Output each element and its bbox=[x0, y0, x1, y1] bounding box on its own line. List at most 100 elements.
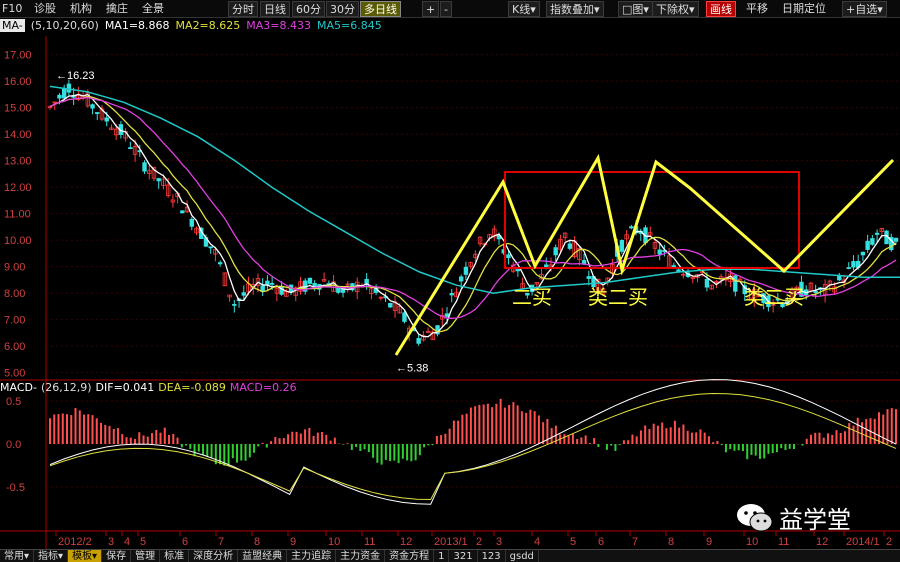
time-tick-label: 4 bbox=[534, 536, 540, 548]
candle-down bbox=[458, 276, 464, 282]
candle-down bbox=[444, 313, 450, 317]
buy-point-label: 二买 bbox=[512, 285, 552, 309]
price-tick-label: 12.00 bbox=[4, 182, 32, 194]
candle-down bbox=[61, 88, 67, 99]
candle-down bbox=[893, 237, 899, 242]
bottom-tab[interactable]: 资金方程 bbox=[385, 550, 435, 562]
price-tick-label: 16.00 bbox=[4, 76, 32, 88]
ma-indicator-name[interactable]: MA- bbox=[0, 19, 25, 32]
time-tick-label: 10 bbox=[328, 536, 340, 548]
time-tick-label: 2 bbox=[886, 536, 892, 548]
time-tick-label: 3 bbox=[108, 536, 114, 548]
candle-down bbox=[90, 104, 95, 109]
dif-value: DIF=0.041 bbox=[95, 381, 155, 394]
candle-down bbox=[416, 338, 421, 344]
candle-down bbox=[515, 269, 521, 272]
time-tick-label: 4 bbox=[124, 536, 130, 548]
bottom-tab-bar: 常用▾ 指标▾ 模板▾ 保存 管理 标准 深度分析 益盟经典 主力追踪 主力资金 资金方程 1 321 1… bbox=[0, 549, 900, 562]
time-tick-label: 2 bbox=[476, 536, 482, 548]
bottom-tab[interactable]: 指标▾ bbox=[34, 550, 69, 562]
price-tick-label: 17.00 bbox=[4, 50, 32, 62]
candle-down bbox=[336, 287, 341, 293]
price-tick-label: 10.00 bbox=[4, 235, 32, 247]
bottom-tab[interactable]: 主力追踪 bbox=[287, 550, 337, 562]
bottom-tab[interactable]: 123 bbox=[478, 550, 506, 562]
macd-params: (26,12,9) bbox=[40, 381, 92, 394]
candle-down bbox=[95, 112, 100, 114]
candle-down bbox=[865, 240, 870, 250]
candle-down bbox=[180, 210, 185, 214]
bottom-tab[interactable]: 深度分析 bbox=[189, 550, 239, 562]
bottom-tab[interactable]: gsdd bbox=[506, 550, 539, 562]
bottom-tab[interactable]: 模板▾ bbox=[68, 550, 103, 562]
candle-down bbox=[232, 303, 237, 306]
time-tick-label: 5 bbox=[570, 536, 576, 548]
watermark-text: 益学堂 bbox=[779, 506, 851, 534]
low-price-label: ←5.38 bbox=[396, 362, 428, 374]
price-tick-label: 9.00 bbox=[4, 262, 25, 274]
candle-down bbox=[851, 261, 856, 268]
bottom-tab[interactable]: 益盟经典 bbox=[238, 550, 288, 562]
time-tick-label: 7 bbox=[632, 536, 638, 548]
macd-tick-label: 0.0 bbox=[6, 439, 21, 451]
candle-down bbox=[217, 262, 223, 265]
time-tick-label: 8 bbox=[254, 536, 260, 548]
time-tick-label: 11 bbox=[778, 536, 789, 548]
candle-down bbox=[506, 254, 511, 259]
candle-down bbox=[269, 282, 275, 285]
price-tick-label: 15.00 bbox=[4, 103, 32, 115]
candle-down bbox=[241, 292, 246, 296]
stock-chart-window: F10 诊股 机构 擒庄 全景 分时 日线 60分 30分 多日线 + - K线… bbox=[0, 0, 900, 562]
time-tick-label: 7 bbox=[218, 536, 224, 548]
ma2-value: MA2=8.625 bbox=[175, 19, 241, 32]
watermark-logo: 益学堂 bbox=[735, 500, 885, 534]
candle-down bbox=[307, 277, 313, 284]
price-tick-label: 5.00 bbox=[4, 368, 25, 380]
candle-down bbox=[671, 265, 677, 268]
bottom-tab[interactable]: 321 bbox=[449, 550, 478, 562]
price-tick-label: 6.00 bbox=[4, 341, 25, 353]
buy-point-label: 类二买 bbox=[744, 285, 804, 309]
candle-down bbox=[388, 302, 393, 308]
consolidation-box bbox=[504, 171, 800, 269]
candle-down bbox=[142, 162, 147, 172]
ma3-value: MA3=8.433 bbox=[246, 19, 312, 32]
price-tick-label: 13.00 bbox=[4, 156, 32, 168]
time-tick-label: 6 bbox=[598, 536, 604, 548]
wechat-icon bbox=[737, 504, 773, 532]
candle-down bbox=[57, 94, 62, 99]
time-tick-label: 2013/1 bbox=[434, 536, 468, 548]
macd-tick-label: 0.5 bbox=[6, 396, 21, 408]
candle-down bbox=[704, 278, 710, 288]
bottom-tab[interactable]: 1 bbox=[434, 550, 450, 562]
time-tick-label: 12 bbox=[400, 536, 412, 548]
candle-down bbox=[813, 290, 818, 293]
bottom-tab[interactable]: 管理 bbox=[131, 550, 161, 562]
macd-indicator-name[interactable]: MACD- bbox=[0, 381, 37, 394]
price-chart[interactable]: 17.00 16.00 15.00 14.00 13.00 12.00 11.00 10.00… bbox=[0, 0, 900, 549]
candle-down bbox=[189, 218, 194, 227]
dea-value: DEA=-0.089 bbox=[158, 381, 226, 394]
candle-down bbox=[870, 238, 875, 245]
bottom-tab[interactable]: 标准 bbox=[160, 550, 190, 562]
time-tick-label: 6 bbox=[182, 536, 188, 548]
ma-indicator-line: MA- (5,10,20,60) MA1=8.868 MA2=8.625 MA3=8.4… bbox=[0, 18, 388, 34]
time-tick-label: 10 bbox=[746, 536, 758, 548]
time-tick-label: 8 bbox=[668, 536, 674, 548]
candle-down bbox=[846, 267, 851, 269]
bottom-tab[interactable]: 保存 bbox=[102, 550, 132, 562]
bottom-tab[interactable]: 主力资金 bbox=[336, 550, 386, 562]
candle-down bbox=[66, 83, 72, 93]
time-tick-label: 12 bbox=[816, 536, 828, 548]
candle-down bbox=[156, 178, 161, 182]
price-tick-label: 8.00 bbox=[4, 288, 25, 300]
ma1-value: MA1=8.868 bbox=[104, 19, 170, 32]
time-tick-label: 2012/2 bbox=[58, 536, 92, 548]
candle-down bbox=[553, 247, 558, 256]
candle-down bbox=[733, 275, 738, 292]
candle-down bbox=[208, 246, 213, 249]
bottom-tab[interactable]: 常用▾ bbox=[0, 550, 35, 562]
candle-down bbox=[567, 243, 573, 249]
price-tick-label: 11.00 bbox=[4, 209, 31, 221]
macd-value: MACD=0.26 bbox=[229, 381, 297, 394]
